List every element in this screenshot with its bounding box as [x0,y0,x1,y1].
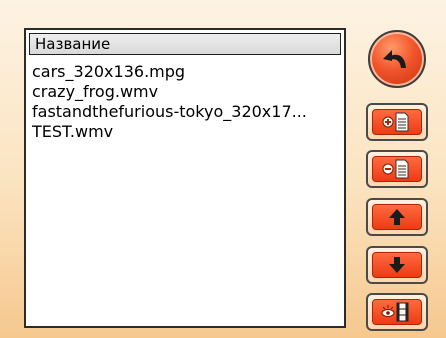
add-file-icon [382,112,409,132]
arrow-down-icon [389,257,405,273]
preview-film-icon [381,302,409,322]
move-up-button[interactable] [366,198,428,236]
back-arrow-icon [383,50,406,68]
list-item[interactable]: crazy_frog.wmv [32,82,340,102]
add-file-button[interactable] [366,103,428,141]
list-item[interactable]: fastandthefurious-tokyo_320x17... [32,102,340,122]
back-button[interactable] [368,30,426,88]
column-header-name[interactable]: Название [29,33,341,55]
remove-file-icon [382,159,409,179]
move-down-button[interactable] [366,246,428,284]
arrow-up-icon [389,209,405,225]
file-list-items: cars_320x136.mpg crazy_frog.wmv fastandt… [32,62,340,142]
list-item[interactable]: cars_320x136.mpg [32,62,340,82]
preview-button[interactable] [366,293,428,331]
remove-file-button[interactable] [366,150,428,188]
list-item[interactable]: TEST.wmv [32,122,340,142]
file-list[interactable]: Название cars_320x136.mpg crazy_frog.wmv… [24,28,346,328]
